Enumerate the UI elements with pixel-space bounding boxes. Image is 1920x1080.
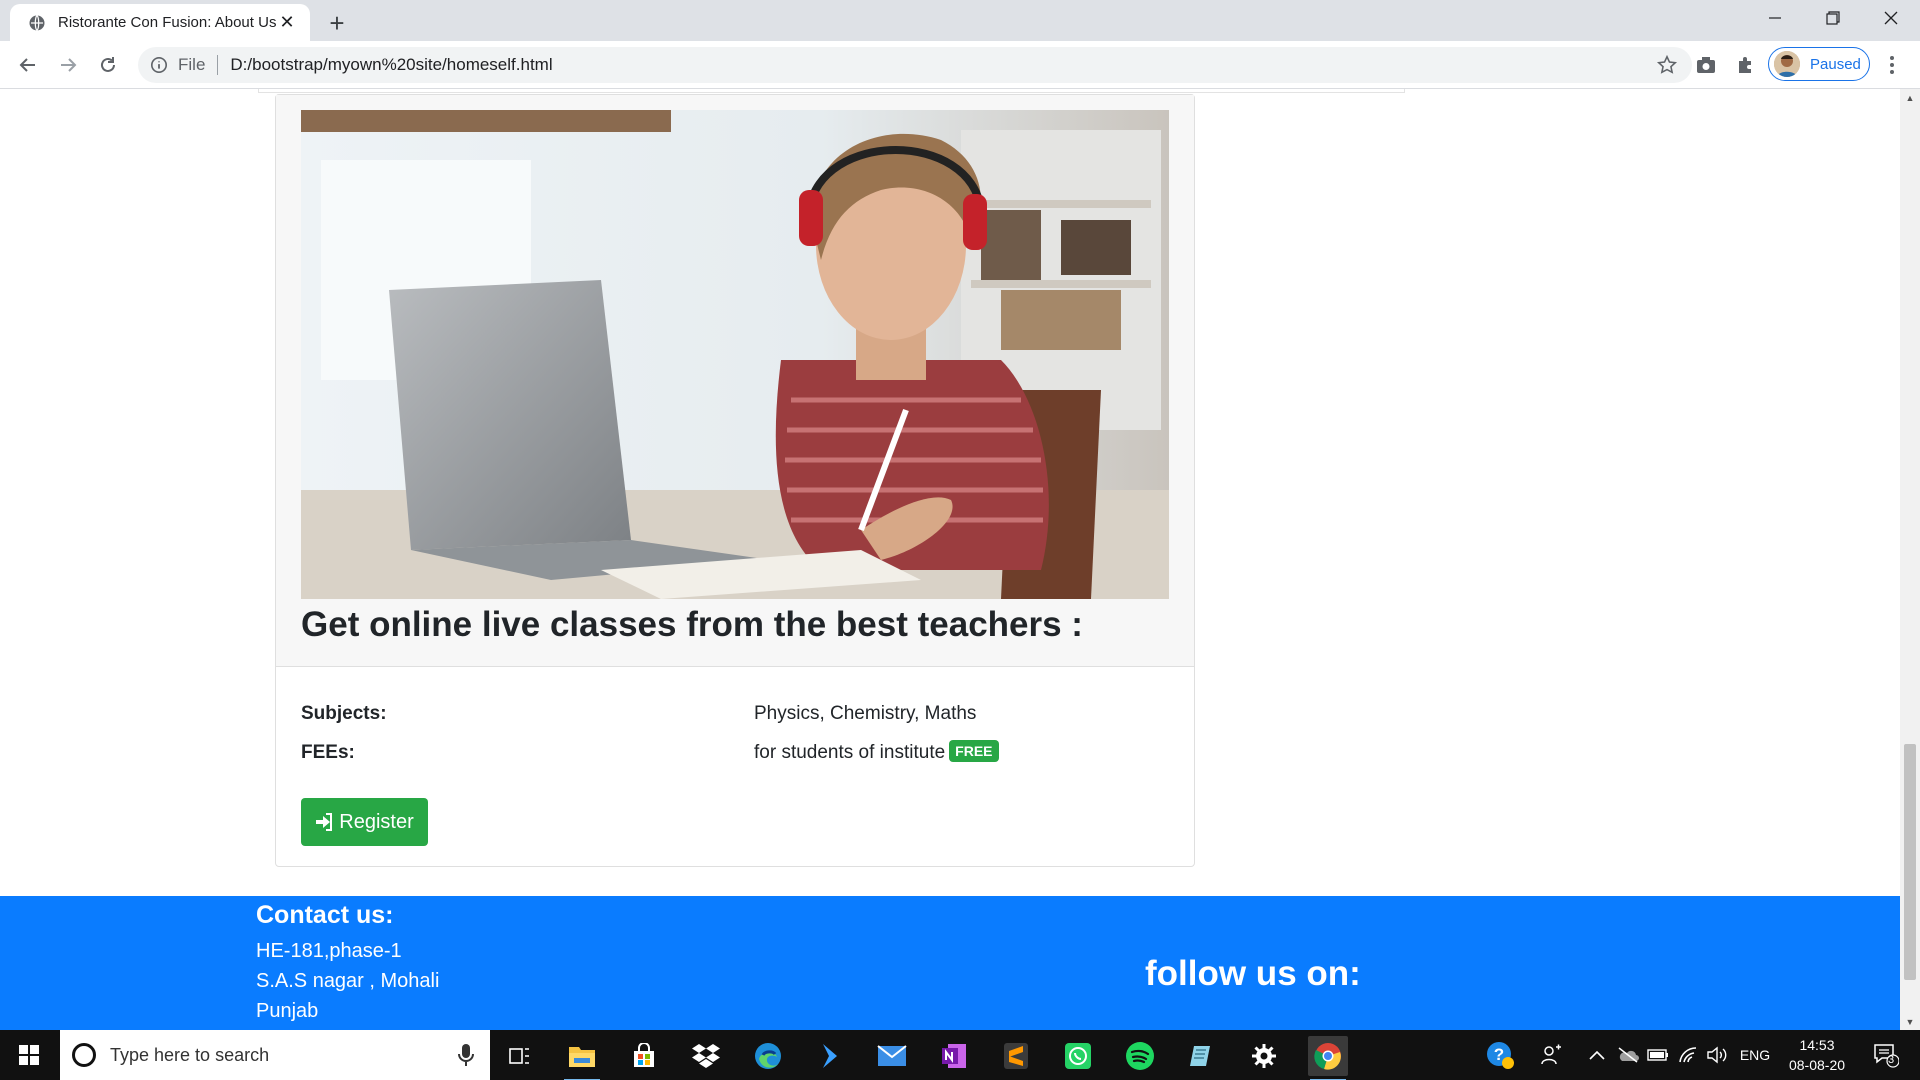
camera-icon[interactable]: [1694, 53, 1718, 77]
sign-in-icon: [316, 813, 333, 831]
register-button[interactable]: Register: [301, 798, 428, 846]
microphone-icon[interactable]: [456, 1042, 476, 1068]
page-viewport: Get online live classes from the best te…: [0, 89, 1900, 1030]
people-icon[interactable]: [1534, 1030, 1570, 1080]
file-explorer-icon[interactable]: [562, 1036, 602, 1080]
address-line-1: HE-181,phase-1: [256, 940, 402, 962]
visual-studio-icon[interactable]: [810, 1036, 850, 1076]
site-footer: Contact us: HE-181,phase-1 S.A.S nagar ,…: [0, 896, 1900, 1030]
card-header: Get online live classes from the best te…: [276, 95, 1194, 667]
restore-button[interactable]: [1804, 0, 1862, 36]
forward-arrow-icon[interactable]: [52, 49, 84, 81]
browser-toolbar: File D:/bootstrap/myown%20site/homeself.…: [0, 41, 1920, 89]
tab-strip: Ristorante Con Fusion: About Us ✕ +: [0, 0, 1920, 41]
previous-card-edge: [258, 89, 1405, 93]
chrome-taskbar-icon[interactable]: [1308, 1036, 1348, 1080]
taskbar-search-box[interactable]: Type here to search: [60, 1030, 490, 1080]
volume-icon[interactable]: [1704, 1030, 1732, 1080]
spotify-icon[interactable]: [1120, 1036, 1160, 1076]
scroll-down-arrow-icon[interactable]: ▼: [1900, 1013, 1920, 1030]
cortana-icon: [72, 1043, 96, 1067]
search-placeholder: Type here to search: [110, 1044, 270, 1065]
mail-icon[interactable]: [872, 1036, 912, 1076]
onedrive-offline-icon[interactable]: [1614, 1030, 1642, 1080]
chevron-up-icon[interactable]: [1585, 1030, 1609, 1080]
url-scheme: File: [178, 55, 206, 74]
contact-title: Contact us:: [256, 901, 394, 929]
wifi-icon[interactable]: [1674, 1030, 1702, 1080]
address-line-2: S.A.S nagar , Mohali: [256, 970, 440, 992]
help-icon[interactable]: ?: [1480, 1030, 1520, 1080]
globe-icon: [29, 14, 45, 31]
avatar: [1774, 51, 1800, 77]
scrollbar-thumb[interactable]: [1904, 744, 1916, 980]
subjects-label: Subjects:: [301, 703, 387, 724]
profile-status: Paused: [1810, 55, 1861, 73]
dropbox-icon[interactable]: [686, 1036, 726, 1076]
notification-center-icon[interactable]: 3: [1866, 1030, 1906, 1080]
edge-browser-icon[interactable]: [748, 1036, 788, 1076]
battery-icon[interactable]: [1644, 1030, 1672, 1080]
notepad-app-icon[interactable]: [1182, 1036, 1222, 1076]
windows-start-icon[interactable]: [0, 1030, 58, 1080]
plus-icon[interactable]: +: [322, 8, 352, 38]
reload-icon[interactable]: [92, 49, 124, 81]
microsoft-store-icon[interactable]: [624, 1036, 664, 1076]
star-icon[interactable]: [1656, 54, 1678, 76]
card-title: Get online live classes from the best te…: [301, 605, 1083, 644]
onenote-icon[interactable]: [934, 1036, 974, 1076]
subjects-value: Physics, Chemistry, Maths: [754, 703, 977, 724]
sublime-text-icon[interactable]: [996, 1036, 1036, 1076]
address-line-3: Punjab: [256, 1000, 319, 1022]
info-icon[interactable]: [150, 56, 168, 74]
class-card: Get online live classes from the best te…: [275, 94, 1195, 867]
whatsapp-icon[interactable]: [1058, 1036, 1098, 1076]
language-indicator[interactable]: ENG: [1734, 1030, 1776, 1080]
student-laptop-photo: [301, 110, 1169, 599]
tab-title: Ristorante Con Fusion: About Us: [58, 14, 276, 31]
window-close-button[interactable]: [1862, 0, 1920, 36]
scroll-up-arrow-icon[interactable]: ▲: [1900, 89, 1920, 106]
close-icon[interactable]: ✕: [276, 12, 298, 34]
page-scrollbar[interactable]: ▲ ▼: [1900, 89, 1920, 1030]
register-label: Register: [339, 810, 414, 833]
fees-value: for students of institute: [754, 742, 946, 763]
system-clock[interactable]: 14:53 08-08-20: [1780, 1035, 1854, 1075]
windows-taskbar: Type here to search ? ENG 14:53 08-08-20…: [0, 1030, 1920, 1080]
notification-count: 3: [1888, 1054, 1895, 1066]
profile-button[interactable]: Paused: [1768, 47, 1870, 81]
clock-date: 08-08-20: [1788, 1057, 1846, 1073]
settings-gear-icon[interactable]: [1244, 1036, 1284, 1076]
address-bar[interactable]: File D:/bootstrap/myown%20site/homeself.…: [138, 47, 1692, 83]
free-badge: FREE: [949, 740, 999, 762]
clock-time: 14:53: [1799, 1037, 1835, 1053]
url-text[interactable]: D:/bootstrap/myown%20site/homeself.html: [230, 55, 552, 75]
fees-label: FEEs:: [301, 742, 355, 763]
back-arrow-icon[interactable]: [12, 49, 44, 81]
minimize-button[interactable]: [1746, 0, 1804, 36]
follow-us-title: follow us on:: [1145, 954, 1361, 993]
menu-kebab-icon[interactable]: [1880, 53, 1904, 77]
browser-tab-active[interactable]: Ristorante Con Fusion: About Us ✕: [10, 4, 310, 41]
fees-value-wrapper: for students of institute FREE: [754, 740, 999, 764]
task-view-icon[interactable]: [500, 1036, 540, 1076]
url-divider: [217, 55, 219, 75]
extensions-icon[interactable]: [1734, 53, 1758, 77]
